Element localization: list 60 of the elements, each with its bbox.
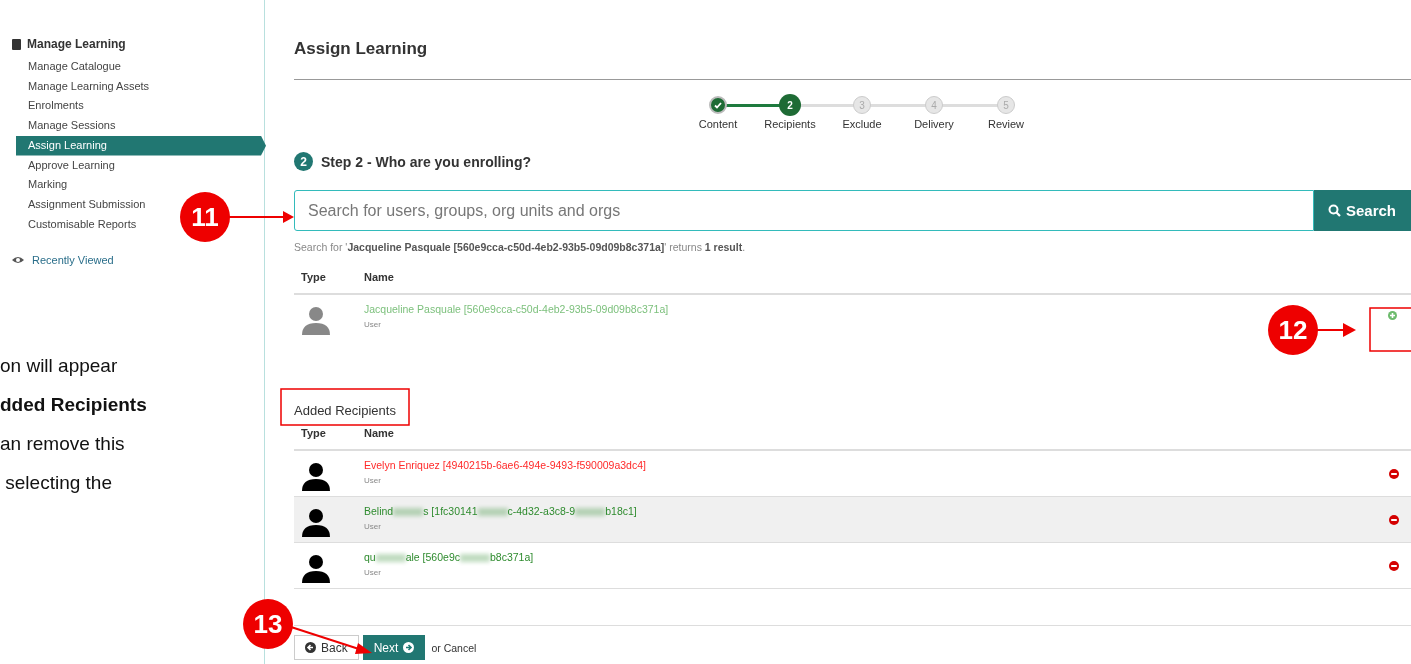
search-field[interactable]: Search for users, groups, org units and orgs [294, 190, 1314, 231]
type-label: User [364, 522, 382, 531]
callout-badge: 12 [1268, 305, 1318, 355]
search-button[interactable]: Search [1314, 190, 1411, 231]
remove-icon[interactable] [1389, 515, 1399, 525]
column-header: Name [364, 427, 394, 439]
step-label: Delivery [914, 118, 954, 130]
step-number-badge: 2 [294, 152, 313, 171]
eye-icon [12, 256, 24, 265]
callout-arrow [1315, 323, 1356, 337]
column-header: Type [301, 271, 327, 283]
result-summary: Search for 'Jacqueline Pasquale [560e9cca-c50d-4eb2-93b5-09d09b8c371a]' returns 1 result. [294, 241, 747, 253]
type-label: User [364, 568, 382, 577]
sidebar-item[interactable]: Marking [16, 175, 68, 195]
page-title: Assign Learning [294, 39, 1411, 80]
person-icon [301, 305, 331, 335]
step-label: Exclude [842, 118, 882, 130]
step-indicator: 4 [925, 96, 943, 114]
person-icon [301, 553, 331, 583]
remove-icon[interactable] [1389, 469, 1399, 479]
step-indicator: 3 [853, 96, 871, 114]
book-icon [12, 38, 21, 50]
sidebar-item[interactable]: Manage Sessions [16, 116, 116, 136]
highlight-box [1369, 307, 1411, 352]
sidebar-item[interactable]: Customisable Reports [16, 214, 137, 235]
sidebar-item[interactable]: Approve Learning [16, 155, 115, 176]
step-label: Content [698, 118, 738, 130]
callout-badge: 11 [180, 192, 230, 242]
remove-icon[interactable] [1389, 561, 1399, 571]
step-label: Review [987, 118, 1025, 130]
callout-arrow [227, 211, 294, 223]
search-icon [1328, 204, 1341, 217]
person-icon [301, 461, 331, 491]
sidebar-item[interactable]: Manage Catalogue [16, 57, 121, 77]
section-title: Added Recipients [294, 403, 396, 418]
back-arrow-icon [305, 642, 316, 653]
recipient-name: Jacqueline Pasquale [560e9cca-c50d-4eb2-93b5-09d09b8c371a] [364, 303, 670, 315]
back-button[interactable]: Back [294, 635, 359, 660]
column-header: Name [364, 271, 394, 283]
annotation-text: on will appear dded Recipients an remove this selecting the [0, 354, 148, 496]
type-label: User [364, 476, 382, 485]
callout-badge: 13 [243, 599, 293, 649]
recipient-name: Belind s [1fc30141 c-4d32-a3c8-9 b18c1] [364, 505, 638, 517]
sidebar-item[interactable]: Assignment Submission [16, 194, 146, 215]
step-label: Recipients [764, 118, 816, 130]
sidebar-item[interactable]: Enrolments [16, 96, 84, 117]
next-arrow-icon [403, 642, 415, 653]
next-button[interactable]: Next [362, 635, 426, 660]
recently-viewed-link[interactable]: Recently Viewed [32, 254, 114, 267]
cancel-link[interactable]: or Cancel [431, 641, 477, 654]
step-heading: Step 2 - Who are you enrolling? [321, 153, 531, 170]
step-indicator: 2 [779, 94, 801, 116]
section-heading: Manage Learning [27, 37, 126, 51]
recipient-name: Evelyn Enriquez [4940215b-6ae6-494e-9493-f590009a3dc4] [364, 459, 647, 471]
type-label: User [364, 320, 382, 329]
step-indicator: 5 [997, 96, 1015, 114]
recipient-name: qu ale [560e9c b8c371a] [364, 551, 535, 563]
person-icon [301, 507, 331, 537]
sidebar-item[interactable]: Manage Learning Assets [16, 76, 150, 97]
column-header: Type [301, 427, 327, 439]
